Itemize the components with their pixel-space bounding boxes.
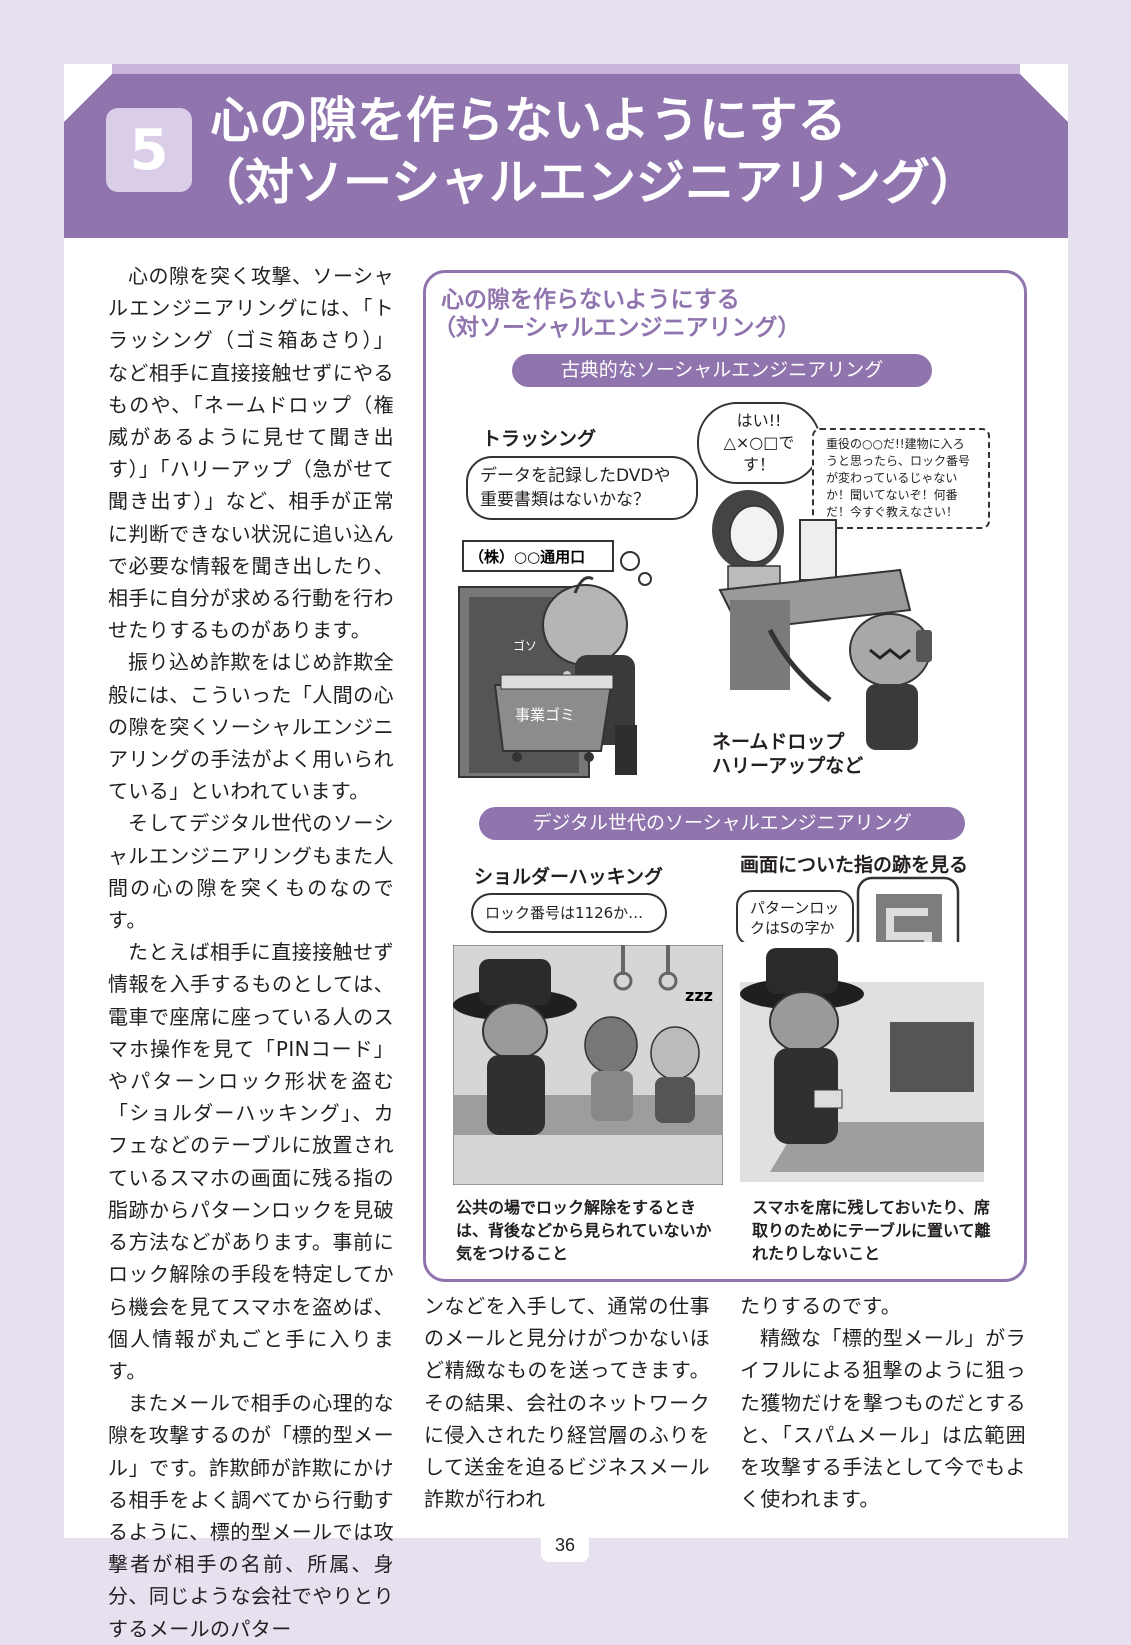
paragraph: またメールで相手の心理的な隙を攻撃するのが「標的型メール」です。詐欺師が詐欺にか… (108, 1391, 394, 1641)
caption-right: スマホを席に残しておいたり、席取りのためにテーブルに置いて離れたりしないこと (752, 1198, 991, 1263)
body-column-3: たりするのです。 精緻な「標的型メール」がライフルによる狙撃のように狙った獲物だ… (740, 1290, 1026, 1515)
answer-line-1: はい!! (736, 411, 782, 430)
snore-text: zzz (685, 986, 713, 1005)
title-line-1: 心の隙を作らないようにする (210, 92, 847, 149)
namedrop-label-line-1: ネームドロップ (712, 731, 845, 753)
paragraph: たとえば相手に直接接触せず情報を入手するものとしては、電車で座席に座っている人の… (108, 940, 394, 1383)
company-sign-text: （株）○○通用口 (469, 548, 585, 566)
panel-title-line-2: （対ソーシャルエンジニアリング） (433, 315, 801, 341)
section-title: 心の隙を作らないようにする （対ソーシャルエンジニアリング） (196, 90, 1050, 214)
body-column-1: 心の隙を突く攻撃、ソーシャルエンジニアリングには、「トラッシング（ゴミ箱あさり）… (108, 260, 394, 1645)
digital-section-label: デジタル世代のソーシャルエンジニアリング (479, 807, 965, 840)
namedrop-illustration (712, 490, 932, 750)
trash-label: 事業ゴミ (515, 706, 575, 724)
paragraph: 心の隙を突く攻撃、ソーシャルエンジニアリングには、「トラッシング（ゴミ箱あさり）… (108, 264, 394, 643)
page-number: 36 (541, 1528, 589, 1562)
sfx-text: ゴソ (513, 638, 537, 653)
namedrop-label-line-2: ハリーアップなど (712, 755, 864, 777)
trashing-thought-bubble: データを記録したDVDや重要書類はないかな？ (466, 456, 698, 520)
classic-section-label: 古典的なソーシャルエンジニアリング (512, 354, 932, 387)
trashing-illustration: （株）○○通用口 ゴソ 事業ゴミ (458, 540, 652, 778)
shoulder-hacking-illustration: zzz (453, 945, 723, 1185)
paragraph: 精緻な「標的型メール」がライフルによる狙撃のように狙った獲物だけを撃つものだとす… (740, 1326, 1026, 1512)
section-number: 5 (106, 108, 192, 192)
paragraph: ンなどを入手して、通常の仕事のメールと見分けがつかないほど精緻なものを送ってきま… (424, 1294, 710, 1512)
body-column-2: ンなどを入手して、通常の仕事のメールと見分けがつかないほど精緻なものを送ってきま… (424, 1290, 710, 1515)
caption-left: 公共の場でロック解除をするときは、背後などから見られていないか気をつけること (456, 1198, 712, 1263)
panel-title: 心の隙を作らないようにする （対ソーシャルエンジニアリング） (433, 286, 801, 342)
paragraph: たりするのです。 (740, 1294, 902, 1318)
paragraph: 振り込め詐欺をはじめ詐欺全般には、こういった「人間の心の隙を突くソーシャルエンジ… (108, 650, 394, 804)
trashing-label: トラッシング (482, 428, 597, 450)
finger-trace-illustration (740, 876, 984, 1182)
namedrop-label: ネームドロップ ハリーアップなど (712, 730, 863, 778)
shoulder-hacking-label: ショルダーハッキング (474, 866, 664, 888)
shoulder-thought-bubble: ロック番号は1126か… (471, 893, 667, 933)
title-line-2: （対ソーシャルエンジニアリング） (196, 154, 980, 211)
paragraph: そしてデジタル世代のソーシャルエンジニアリングもまた人間の心の隙を突くものなので… (108, 811, 394, 933)
panel-title-line-1: 心の隙を作らないようにする (441, 287, 740, 313)
header-top-strip (112, 64, 1020, 74)
